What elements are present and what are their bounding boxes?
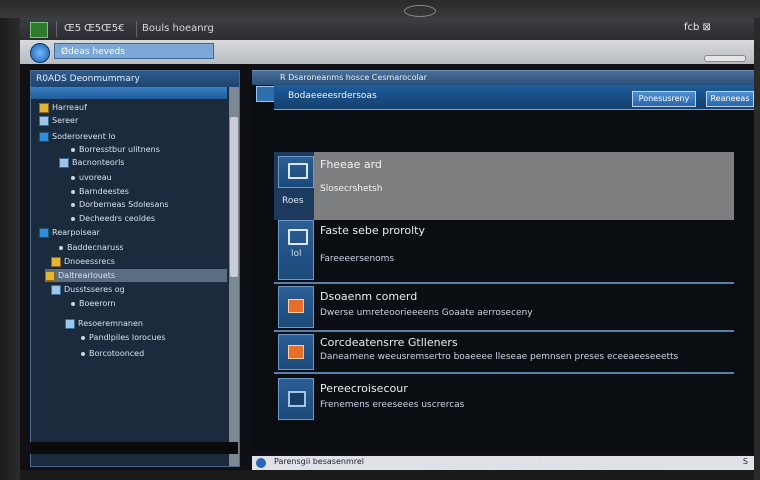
document-icon: [288, 299, 304, 313]
document-icon: [288, 345, 304, 359]
tree-item[interactable]: Borcotoonced: [81, 347, 144, 360]
item-icon-box: [278, 156, 314, 188]
tree-item-selected[interactable]: Daltrearlouets: [45, 269, 227, 282]
bullet-icon: [71, 147, 75, 152]
folder-icon[interactable]: [256, 86, 276, 102]
blue-icon: [39, 131, 49, 142]
item-title: Fheeae ard: [320, 158, 382, 171]
list-item[interactable]: Roes Fheeae ard Slosecrshetsh: [274, 152, 734, 220]
doc-icon: [39, 115, 49, 126]
item-description: Slosecrshetsh: [320, 184, 383, 194]
settings-icon: [288, 391, 306, 407]
item-icon-box: [278, 286, 314, 328]
window-controls[interactable]: fcb ⊠: [684, 22, 711, 33]
title-separator: [56, 21, 57, 37]
doc-icon: [65, 318, 75, 329]
item-icon-box: lol: [278, 220, 314, 280]
breadcrumb[interactable]: Bodaeeeesrdersoas: [288, 91, 377, 101]
search-field[interactable]: [704, 55, 746, 62]
tree-item[interactable]: Dusstsseres og: [51, 283, 125, 296]
doc-icon: [59, 157, 69, 168]
bullet-icon: [81, 351, 85, 356]
status-text: Parensgii besasenmrel: [274, 457, 364, 466]
tree-item[interactable]: Baddecnaruss: [59, 241, 124, 254]
bullet-icon: [71, 189, 75, 194]
tree-item[interactable]: Bacnonteorls: [59, 156, 124, 169]
screen: Œ5 Œ5Œ5€ Bouls hoeanrg fcb ⊠ Ødeas heved…: [20, 18, 754, 470]
item-title: Faste sebe prorolty: [320, 224, 425, 237]
tree-item[interactable]: Harreauf: [39, 101, 87, 114]
blue-icon: [39, 227, 49, 238]
item-icon-label: Roes: [282, 196, 304, 206]
folder-icon: [51, 256, 61, 267]
doc-icon: [51, 284, 61, 295]
app-icon[interactable]: [30, 22, 48, 38]
menu-item-1[interactable]: Œ5: [64, 23, 81, 34]
monitor-bezel-right: [754, 18, 760, 480]
title-bar: Œ5 Œ5Œ5€ Bouls hoeanrg fcb ⊠: [20, 18, 754, 41]
tree-header: R0ADS Deonmummary: [31, 71, 239, 87]
tree-panel: R0ADS Deonmummary Harreauf Sereer Sodero…: [30, 70, 240, 467]
item-description: Fareeeersenoms: [320, 254, 395, 264]
item-icon-box: [278, 334, 314, 370]
bullet-icon: [71, 216, 75, 221]
item-title: Pereecroisecour: [320, 382, 408, 395]
bullet-icon: [81, 335, 85, 340]
tree-item[interactable]: Boeerorn: [71, 297, 115, 310]
breadcrumb-bar: Bodaeeeesrdersoas Ponesusreny Reaneeas: [274, 85, 754, 110]
monitor-bezel-top: [0, 0, 760, 18]
bullet-icon: [71, 301, 75, 306]
menu-item-3[interactable]: Bouls hoeanrg: [142, 23, 214, 34]
item-icon-label: lol: [291, 249, 302, 259]
tree-item[interactable]: Rearpoisear: [39, 226, 100, 239]
tree-item[interactable]: Borresstbur ulitnens: [71, 143, 160, 156]
item-title: Corcdeatensrre Gtlleners: [320, 336, 458, 349]
status-icon: [256, 458, 266, 468]
tree-status-bar: [30, 442, 238, 454]
menu-item-2[interactable]: Œ5Œ5€: [84, 23, 124, 34]
item-description: Frenemens ereeseees uscrercas: [320, 400, 465, 410]
bullet-icon: [59, 245, 63, 250]
tree-item[interactable]: Resoeremnanen: [65, 317, 143, 330]
watermark-text: https://xn--2n1bo4pj8hysam30b.com: [426, 456, 659, 470]
back-icon[interactable]: [30, 43, 50, 63]
tree-item[interactable]: Soderorevent lo: [39, 130, 116, 143]
tree-item[interactable]: Dorberneas Sdolesans: [71, 198, 169, 211]
item-icon-box: [278, 378, 314, 420]
bullet-icon: [71, 202, 75, 207]
tree-scrollbar[interactable]: [229, 87, 239, 466]
list-item[interactable]: Dsoaenm comerd Dwerse umreteoorieeeens G…: [274, 284, 734, 332]
properties-button[interactable]: Ponesusreny: [632, 91, 696, 107]
address-bar: Ødeas heveds: [20, 40, 754, 64]
address-field[interactable]: Ødeas heveds: [54, 43, 214, 59]
list-item[interactable]: lol Faste sebe prorolty Fareeeersenoms: [274, 220, 734, 284]
tree-item[interactable]: Barndeestes: [71, 185, 129, 198]
tree-item[interactable]: Pandlpiles lorocues: [81, 331, 166, 344]
tree-item[interactable]: Dnoeessrecs: [51, 255, 115, 268]
tree-header-bar: [31, 87, 227, 99]
content-header: R Dsaroneanms hosce Cesmarocolar: [252, 71, 754, 85]
folder-icon: [39, 102, 49, 113]
monitor-bezel-left: [0, 18, 20, 480]
bullet-icon: [71, 175, 75, 180]
rename-button[interactable]: Reaneeas: [706, 91, 754, 107]
item-title: Dsoaenm comerd: [320, 290, 418, 303]
monitor-logo: [404, 5, 436, 17]
tree-item[interactable]: Sereer: [39, 114, 78, 127]
status-right: S: [742, 457, 748, 466]
monitor-icon: [288, 163, 308, 179]
scrollbar-thumb[interactable]: [230, 117, 238, 277]
folder-icon: [45, 270, 55, 281]
list-item[interactable]: Corcdeatensrre Gtlleners Daneamene weeus…: [274, 332, 734, 374]
monitor-icon: [288, 229, 308, 245]
title-separator: [136, 21, 137, 37]
tree-item[interactable]: Decheedrs ceoldes: [71, 212, 155, 225]
tree-item[interactable]: uvoreau: [71, 171, 112, 184]
item-description: Daneamene weeusremsertro boaeeee lleseae…: [320, 352, 679, 362]
list-item[interactable]: Pereecroisecour Frenemens ereeseees uscr…: [274, 374, 734, 422]
item-description: Dwerse umreteoorieeeens Goaate aerrosece…: [320, 308, 533, 318]
